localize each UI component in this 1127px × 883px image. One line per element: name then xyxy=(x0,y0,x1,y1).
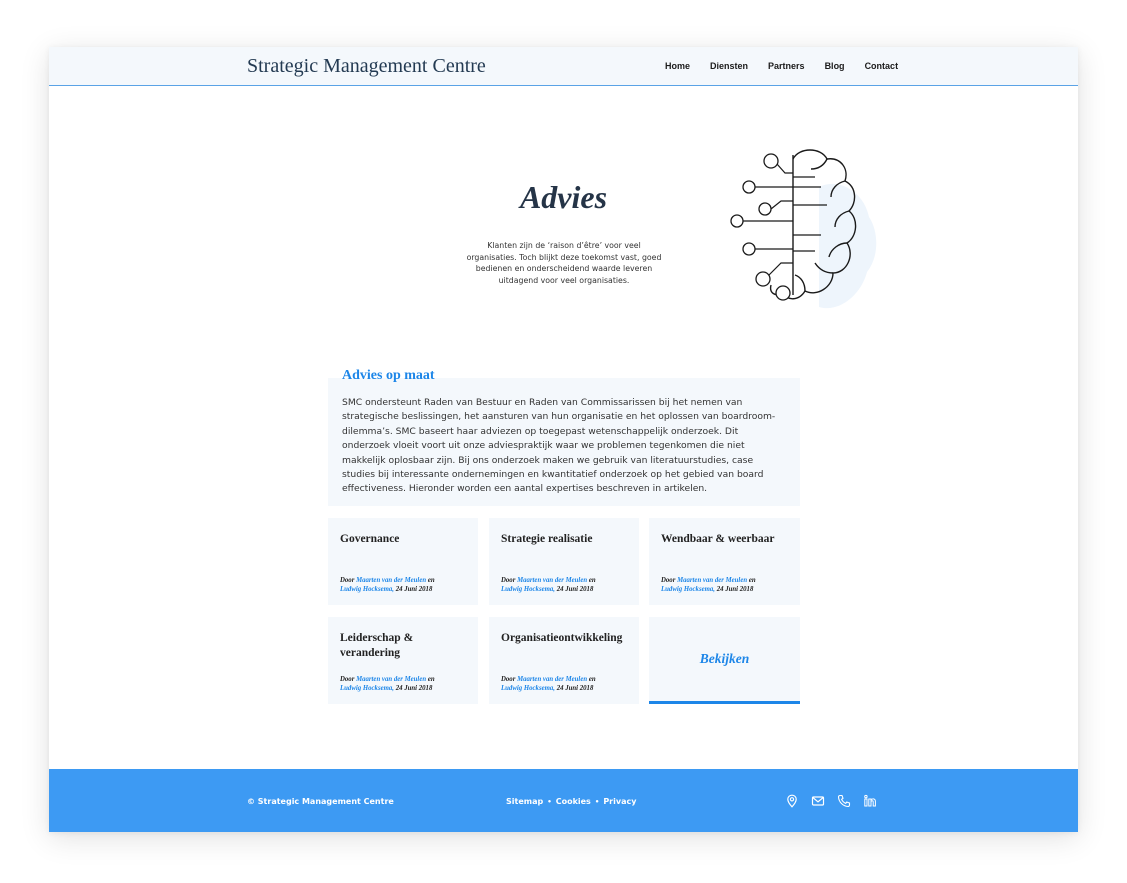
hero-intro: Klanten zijn de ‘raison d’être’ voor vee… xyxy=(466,241,662,285)
brain-circuit-illustration xyxy=(730,149,877,309)
advies-op-maat-text: SMC ondersteunt Raden van Bestuur en Rad… xyxy=(342,397,776,495)
card-byline: Door Maarten van der Meulen en Ludwig Ho… xyxy=(340,676,435,692)
card-title: Leiderschap & verandering xyxy=(340,632,414,659)
card-strategie-realisatie[interactable]: Strategie realisatie Door Maarten van de… xyxy=(489,518,639,605)
card-title: Governance xyxy=(340,533,400,545)
card-wendbaar-weerbaar[interactable]: Wendbaar & weerbaar Door Maarten van der… xyxy=(649,518,800,605)
location-icon[interactable] xyxy=(785,794,799,808)
footer-contact-icons xyxy=(785,794,889,808)
author-link[interactable]: Ludwig Hocksema, xyxy=(340,586,394,593)
view-all-label: Bekijken xyxy=(699,651,750,666)
footer-link-cookies[interactable]: Cookies xyxy=(556,797,591,806)
card-date: 24 Juni 2018 xyxy=(716,586,754,593)
separator: • xyxy=(547,797,552,806)
page-title: Advies xyxy=(519,179,608,215)
card-organisatieontwikkeling[interactable]: Organisatieontwikkeling Door Maarten van… xyxy=(489,617,639,704)
card-title: Organisatieontwikkeling xyxy=(501,632,623,644)
author-link[interactable]: Ludwig Hocksema, xyxy=(661,586,715,593)
expertise-cards: Governance Door Maarten van der Meulen e… xyxy=(328,518,800,704)
author-link[interactable]: Ludwig Hocksema, xyxy=(501,685,555,692)
card-byline: Door Maarten van der Meulen en Ludwig Ho… xyxy=(501,577,596,593)
nav-home[interactable]: Home xyxy=(665,61,690,71)
linkedin-icon[interactable] xyxy=(863,794,877,808)
nav-contact[interactable]: Contact xyxy=(865,61,899,71)
card-title: Strategie realisatie xyxy=(501,533,593,545)
browser-frame: Strategic Management Centre Home Dienste… xyxy=(49,47,1078,832)
site-footer: © Strategic Management Centre Sitemap • … xyxy=(49,769,1078,832)
separator: • xyxy=(594,797,600,806)
card-title: Wendbaar & weerbaar xyxy=(661,533,775,545)
author-link[interactable]: Maarten van der Meulen xyxy=(517,676,587,683)
nav-blog[interactable]: Blog xyxy=(825,61,845,71)
site-header: Strategic Management Centre Home Dienste… xyxy=(49,47,1078,86)
copyright: © Strategic Management Centre xyxy=(247,797,394,806)
card-date: 24 Juni 2018 xyxy=(395,685,433,692)
author-link[interactable]: Ludwig Hocksema, xyxy=(340,685,394,692)
section-title: Advies op maat xyxy=(342,368,435,383)
nav-partners[interactable]: Partners xyxy=(768,61,805,71)
card-date: 24 Juni 2018 xyxy=(395,586,433,593)
nav-diensten[interactable]: Diensten xyxy=(710,61,748,71)
card-date: 24 Juni 2018 xyxy=(556,685,594,692)
advies-op-maat-panel: SMC ondersteunt Raden van Bestuur en Rad… xyxy=(328,378,800,506)
card-byline: Door Maarten van der Meulen en Ludwig Ho… xyxy=(340,577,435,593)
footer-link-privacy[interactable]: Privacy xyxy=(603,797,636,806)
card-date: 24 Juni 2018 xyxy=(556,586,594,593)
footer-link-sitemap[interactable]: Sitemap xyxy=(506,797,543,806)
author-link[interactable]: Maarten van der Meulen xyxy=(356,676,426,683)
author-link[interactable]: Maarten van der Meulen xyxy=(356,577,426,584)
footer-links: Sitemap • Cookies • Privacy xyxy=(506,797,636,806)
author-link[interactable]: Maarten van der Meulen xyxy=(517,577,587,584)
card-governance[interactable]: Governance Door Maarten van der Meulen e… xyxy=(328,518,478,605)
site-logo[interactable]: Strategic Management Centre xyxy=(247,55,486,78)
mail-icon[interactable] xyxy=(811,794,825,808)
view-all-button[interactable]: Bekijken xyxy=(649,617,800,704)
card-byline: Door Maarten van der Meulen en Ludwig Ho… xyxy=(501,676,596,692)
phone-icon[interactable] xyxy=(837,794,851,808)
card-leiderschap-verandering[interactable]: Leiderschap & verandering Door Maarten v… xyxy=(328,617,478,704)
main-nav: Home Diensten Partners Blog Contact xyxy=(665,61,918,71)
card-byline: Door Maarten van der Meulen en Ludwig Ho… xyxy=(661,577,756,593)
author-link[interactable]: Ludwig Hocksema, xyxy=(501,586,555,593)
author-link[interactable]: Maarten van der Meulen xyxy=(677,577,747,584)
